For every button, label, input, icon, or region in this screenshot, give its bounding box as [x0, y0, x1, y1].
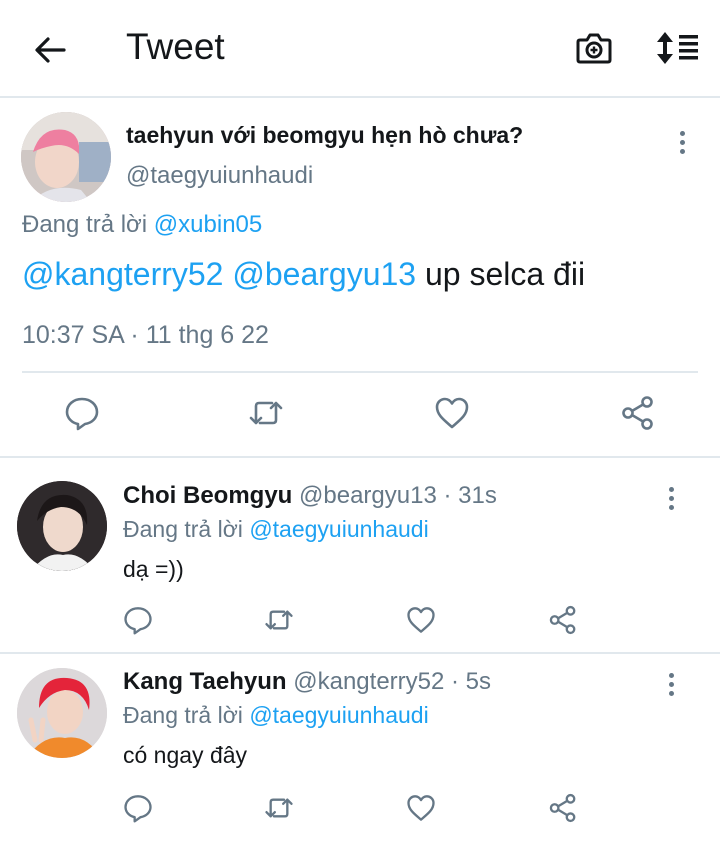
share-icon[interactable]	[620, 395, 656, 431]
reply-icon[interactable]	[123, 605, 153, 635]
more-options-icon[interactable]	[668, 487, 676, 513]
reply-tweet: Choi Beomgyu @beargyu13 · 31s Đang trả l…	[0, 470, 720, 660]
tweet-text: @kangterry52 @beargyu13 up selca đii	[22, 256, 585, 293]
replying-to-link[interactable]: @taegyuiunhaudi	[249, 516, 428, 542]
replying-to-line: Đang trả lời @taegyuiunhaudi	[123, 702, 429, 729]
reply-icon[interactable]	[64, 395, 100, 431]
avatar[interactable]	[17, 481, 107, 571]
replying-to-link[interactable]: @taegyuiunhaudi	[249, 702, 428, 728]
like-heart-icon[interactable]	[434, 395, 470, 431]
reply-icon[interactable]	[123, 793, 153, 823]
display-name[interactable]: Choi Beomgyu	[123, 482, 292, 509]
retweet-icon[interactable]	[264, 793, 294, 823]
reply-header: Kang Taehyun @kangterry52 · 5s	[123, 668, 491, 696]
main-tweet: taehyun với beomgyu hẹn hò chưa? @taegyu…	[0, 98, 720, 458]
top-bar: Tweet	[0, 0, 720, 98]
more-options-icon[interactable]	[679, 131, 687, 157]
camera-add-icon[interactable]	[574, 28, 614, 68]
retweet-icon[interactable]	[264, 605, 294, 635]
avatar[interactable]	[17, 668, 107, 758]
share-icon[interactable]	[548, 605, 578, 635]
tweet-timestamp: 10:37 SA · 11 thg 6 22	[22, 321, 269, 349]
handle-and-time[interactable]: @kangterry52 · 5s	[287, 668, 491, 695]
like-heart-icon[interactable]	[406, 793, 436, 823]
reply-tweet: Kang Taehyun @kangterry52 · 5s Đang trả …	[0, 656, 720, 846]
retweet-icon[interactable]	[248, 395, 284, 431]
reply-header: Choi Beomgyu @beargyu13 · 31s	[123, 482, 497, 510]
avatar[interactable]	[21, 112, 111, 202]
back-arrow-icon[interactable]	[32, 32, 68, 68]
replying-to-link[interactable]: @xubin05	[154, 211, 262, 238]
user-handle[interactable]: @taegyuiunhaudi	[126, 162, 313, 190]
tweet-body: up selca đii	[416, 256, 586, 292]
divider	[22, 371, 698, 373]
replying-prefix: Đang trả lời	[123, 516, 250, 542]
reply-text: dạ =))	[123, 556, 184, 582]
more-options-icon[interactable]	[668, 673, 676, 699]
sort-icon[interactable]	[654, 28, 700, 68]
share-icon[interactable]	[548, 793, 578, 823]
replying-prefix: Đang trả lời	[22, 211, 154, 238]
mention-link[interactable]: @kangterry52	[22, 256, 223, 292]
page-title: Tweet	[126, 26, 225, 67]
replying-prefix: Đang trả lời	[123, 702, 250, 728]
replying-to-line: Đang trả lời @xubin05	[22, 211, 262, 239]
display-name[interactable]: taehyun với beomgyu hẹn hò chưa?	[126, 122, 523, 149]
like-heart-icon[interactable]	[406, 605, 436, 635]
divider	[0, 652, 720, 654]
mention-link[interactable]: @beargyu13	[232, 256, 416, 292]
handle-and-time[interactable]: @beargyu13 · 31s	[292, 482, 497, 509]
replying-to-line: Đang trả lời @taegyuiunhaudi	[123, 516, 429, 543]
divider	[0, 456, 720, 458]
reply-text: có ngay đây	[123, 742, 248, 768]
display-name[interactable]: Kang Taehyun	[123, 668, 287, 695]
